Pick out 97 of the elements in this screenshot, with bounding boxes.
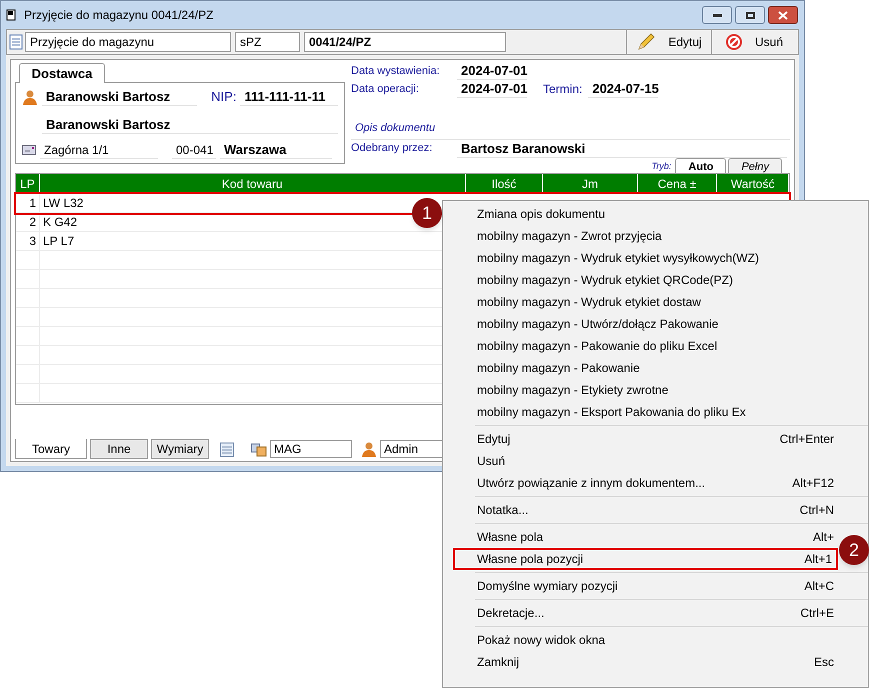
close-icon: [778, 10, 788, 20]
menu-item-label: Własne pola pozycji: [477, 551, 584, 568]
menu-item-label: Domyślne wymiary pozycji: [477, 578, 618, 595]
column-header[interactable]: LP: [16, 174, 40, 194]
menu-item[interactable]: Domyślne wymiary pozycji Alt+C: [453, 575, 838, 597]
window-title: Przyjęcie do magazynu 0041/24/PZ: [24, 7, 214, 24]
column-header[interactable]: Kod towaru: [40, 174, 466, 194]
menu-item-label: Własne pola: [477, 529, 544, 546]
due-date-value: 2024-07-15: [588, 80, 658, 98]
shortcut-label: Alt+F12: [792, 475, 834, 492]
menu-item[interactable]: Własne pola pozycji Alt+1: [453, 548, 838, 570]
number-field[interactable]: 0041/24/PZ: [304, 32, 506, 52]
menu-item[interactable]: Edytuj Ctrl+Enter: [453, 428, 838, 450]
delete-button[interactable]: Usuń: [711, 30, 796, 54]
due-date-label: Termin:: [543, 81, 582, 98]
column-header[interactable]: Cena ±: [638, 174, 718, 194]
date-label: Data wystawienia:: [351, 64, 441, 79]
date-value: 2024-07-01: [457, 62, 527, 80]
menu-item[interactable]: mobilny magazyn - Pakowanie: [453, 357, 838, 379]
shortcut-label: Ctrl+E: [800, 605, 834, 622]
row-number: 2: [16, 213, 40, 231]
menu-item-label: mobilny magazyn - Etykiety zwrotne: [477, 382, 668, 399]
app-icon: [6, 9, 16, 21]
nip-label: NIP:: [211, 88, 236, 106]
description-heading: Opis dokumentu: [355, 121, 436, 136]
nip-value: 111-111-11-11: [240, 88, 338, 106]
series-field[interactable]: sPZ: [235, 32, 300, 52]
bottom-tab[interactable]: Wymiary: [151, 439, 209, 459]
menu-item-label: Usuń: [477, 453, 506, 470]
menu-item[interactable]: Własne pola Alt+: [453, 526, 838, 548]
menu-item[interactable]: Dekretacje... Ctrl+E: [453, 602, 838, 624]
menu-item-label: mobilny magazyn - Utwórz/dołącz Pakowanie: [477, 316, 718, 333]
close-button[interactable]: [768, 6, 798, 24]
maximize-button[interactable]: [735, 6, 765, 24]
document-type-field[interactable]: Przyjęcie do magazynu: [25, 32, 231, 52]
shortcut-label: Alt+: [812, 529, 834, 546]
date-value: 2024-07-01: [457, 80, 527, 98]
menu-item-label: Notatka...: [477, 502, 528, 519]
menu-item-label: Zamknij: [477, 654, 520, 671]
city-field: Warszawa: [220, 140, 332, 158]
supplier-full-name: Baranowski Bartosz: [42, 116, 338, 134]
prohibited-icon: [724, 33, 743, 51]
item-code: K G42: [42, 214, 78, 231]
document-icon: [9, 34, 23, 50]
receiver-label: Odebrany przez:: [351, 141, 434, 156]
person-icon: [361, 441, 377, 457]
pencil-icon: [636, 32, 656, 52]
menu-item[interactable]: Notatka... Ctrl+N: [453, 499, 838, 521]
envelope-icon: [22, 144, 36, 154]
mode-label: Tryb:: [652, 160, 672, 173]
warehouse-field[interactable]: MAG: [270, 440, 352, 458]
menu-item-label: Dekretacje...: [477, 605, 544, 622]
menu-item-label: Edytuj: [477, 431, 510, 448]
mode-tab[interactable]: Pełny: [728, 158, 782, 174]
menu-item-label: mobilny magazyn - Wydruk etykiet wysyłkowych(WZ): [477, 250, 759, 267]
supplier-tab[interactable]: Dostawca: [19, 63, 105, 83]
column-header[interactable]: Ilość: [466, 174, 544, 194]
menu-item[interactable]: Pokaż nowy widok okna: [453, 629, 838, 651]
menu-item-label: mobilny magazyn - Eksport Pakowania do pliku Ex: [477, 404, 746, 421]
menu-item[interactable]: mobilny magazyn - Eksport Pakowania do pliku Ex: [453, 401, 838, 423]
item-code: LW L32: [42, 195, 84, 212]
menu-item[interactable]: mobilny magazyn - Wydruk etykiet QRCode(PZ): [453, 269, 838, 291]
date-label: Data operacji:: [351, 82, 420, 97]
street-field: Zagórna 1/1: [40, 140, 158, 158]
shortcut-label: Esc: [814, 654, 834, 671]
menu-item[interactable]: mobilny magazyn - Wydruk etykiet dostaw: [453, 291, 838, 313]
menu-item[interactable]: Utwórz powiązanie z innym dokumentem... Alt+F12: [453, 472, 838, 494]
menu-item-label: Utwórz powiązanie z innym dokumentem...: [477, 475, 706, 492]
menu-item[interactable]: mobilny magazyn - Etykiety zwrotne: [453, 379, 838, 401]
column-header[interactable]: Wartość: [717, 174, 789, 194]
menu-item[interactable]: mobilny magazyn - Utwórz/dołącz Pakowanie: [453, 313, 838, 335]
shortcut-label: Alt+C: [804, 578, 834, 595]
menu-item-label: mobilny magazyn - Pakowanie do pliku Excel: [477, 338, 718, 355]
postal-code-field: 00-041: [172, 140, 216, 158]
menu-item-label: Pokaż nowy widok okna: [477, 632, 606, 649]
mode-tab[interactable]: Auto: [675, 158, 726, 174]
menu-item-label: mobilny magazyn - Wydruk etykiet dostaw: [477, 294, 701, 311]
shortcut-label: Ctrl+Enter: [780, 431, 834, 448]
column-header[interactable]: Jm: [543, 174, 638, 194]
minimize-button[interactable]: [702, 6, 732, 24]
boxes-icon: [251, 442, 267, 457]
row-number: 3: [16, 232, 40, 250]
menu-item[interactable]: mobilny magazyn - Pakowanie do pliku Excel: [453, 335, 838, 357]
bottom-tab[interactable]: Inne: [90, 439, 148, 459]
shortcut-label: Alt+1: [804, 551, 832, 568]
item-code: LP L7: [42, 233, 74, 250]
notepad-icon: [220, 442, 234, 457]
edit-button[interactable]: Edytuj: [626, 30, 711, 54]
menu-item-label: mobilny magazyn - Wydruk etykiet QRCode(PZ): [477, 272, 733, 289]
menu-item[interactable]: Zamknij Esc: [453, 651, 838, 673]
menu-item-label: mobilny magazyn - Pakowanie: [477, 360, 640, 377]
menu-item[interactable]: Usuń: [453, 450, 838, 472]
row-number: 1: [16, 194, 40, 212]
bottom-tab[interactable]: Towary: [15, 439, 87, 459]
supplier-name: Baranowski Bartosz: [42, 88, 198, 106]
person-icon: [22, 88, 38, 105]
shortcut-label: Ctrl+N: [800, 502, 834, 519]
